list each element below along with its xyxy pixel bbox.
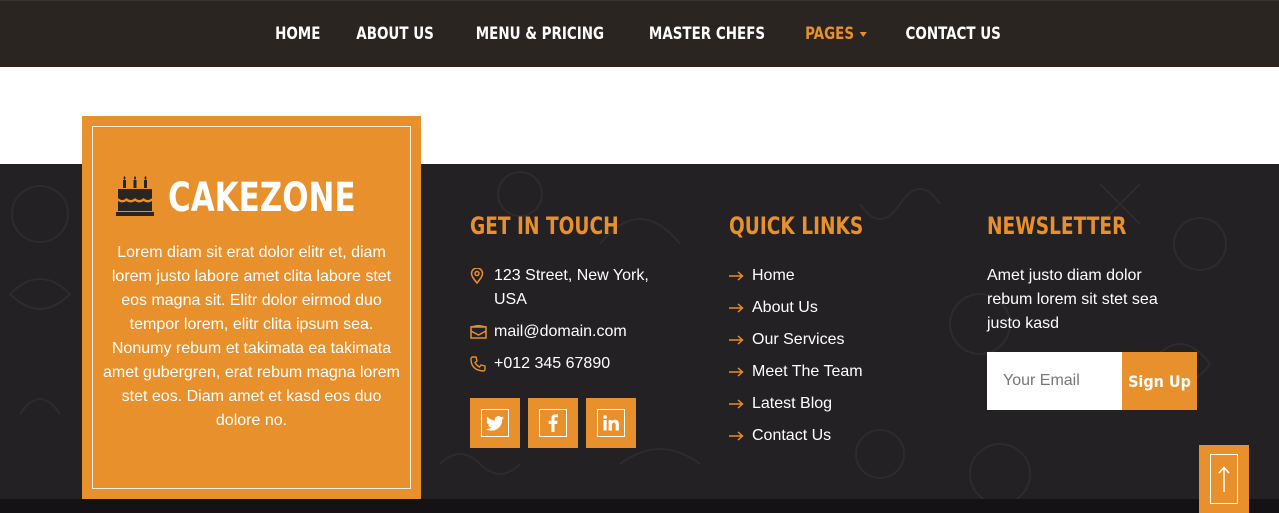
quick-link-our-services[interactable]: Our Services [729,328,885,352]
map-pin-icon [470,264,494,288]
quick-link-label: Home [752,267,795,284]
contact-title: GET IN TOUCH [470,212,619,240]
quick-links-title: QUICK LINKS [729,212,864,240]
quick-link-about-us[interactable]: About Us [729,296,885,320]
nav-item-about-us[interactable]: ABOUT US [344,24,446,44]
chevron-down-icon [859,31,867,37]
quick-link-meet-the-team[interactable]: Meet The Team [729,360,885,384]
contact-list: 123 Street, New York, USA mail@domain.co… [470,264,674,376]
quick-link-label: Contact Us [752,427,832,444]
arrow-right-icon [729,431,752,441]
footer-bottom-bar [0,499,1279,513]
quick-links-list: Home About Us Our Services Meet The Team… [729,264,885,448]
arrow-right-icon [729,367,752,377]
quick-link-label: Latest Blog [752,395,833,412]
arrow-up-icon [1210,454,1238,504]
linkedin-button[interactable] [586,398,636,448]
linkedin-icon [597,409,625,437]
phone-icon [470,352,494,376]
quick-link-label: About Us [752,299,818,316]
newsletter-form: Sign Up [987,352,1197,410]
social-links [470,398,674,448]
birthday-cake-icon [116,175,155,221]
nav-item-menu-pricing[interactable]: MENU & PRICING [464,24,617,44]
back-to-top-button[interactable] [1199,445,1249,513]
nav-item-label: MASTER CHEFS [649,24,766,44]
brand-description: Lorem diam sit erat dolor elitr et, diam… [102,244,401,429]
newsletter-title: NEWSLETTER [987,212,1127,240]
brand-logo[interactable]: CAKEZONE [116,175,386,221]
contact-column: GET IN TOUCH 123 Street, New York, USA m… [470,212,674,448]
twitter-icon [481,409,509,437]
quick-link-contact-us[interactable]: Contact Us [729,424,885,448]
nav-menu: HOME ABOUT US MENU & PRICING MASTER CHEF… [258,24,1021,44]
brand-name: CAKEZONE [168,175,357,221]
quick-link-label: Our Services [752,331,845,348]
address-text: 123 Street, New York, USA [494,267,649,308]
contact-phone[interactable]: +012 345 67890 [470,352,674,376]
contact-email[interactable]: mail@domain.com [470,320,674,344]
phone-text: +012 345 67890 [494,355,611,372]
arrow-right-icon [729,303,752,313]
nav-item-label: ABOUT US [356,24,435,44]
facebook-button[interactable] [528,398,578,448]
quick-link-home[interactable]: Home [729,264,885,288]
brand-card-inner: CAKEZONE Lorem diam sit erat dolor elitr… [92,126,411,489]
nav-item-master-chefs[interactable]: MASTER CHEFS [637,24,778,44]
brand-card: CAKEZONE Lorem diam sit erat dolor elitr… [82,116,421,499]
facebook-icon [539,409,567,437]
quick-link-label: Meet The Team [752,363,863,380]
contact-address: 123 Street, New York, USA [470,264,674,312]
email-input[interactable] [987,352,1122,410]
nav-item-pages[interactable]: PAGES [793,24,879,44]
nav-item-contact-us[interactable]: CONTACT US [893,24,1013,44]
quick-link-latest-blog[interactable]: Latest Blog [729,392,885,416]
nav-item-home[interactable]: HOME [263,24,333,44]
arrow-right-icon [729,271,752,281]
newsletter-text: Amet justo diam dolor rebum lorem sit st… [987,267,1158,332]
email-text: mail@domain.com [494,323,627,340]
nav-item-label: HOME [274,24,321,44]
newsletter-column: NEWSLETTER Amet justo diam dolor rebum l… [987,212,1197,410]
nav-item-label: PAGES [805,24,855,44]
twitter-button[interactable] [470,398,520,448]
top-navbar: HOME ABOUT US MENU & PRICING MASTER CHEF… [0,0,1279,67]
nav-item-label: CONTACT US [905,24,1001,44]
quick-links-column: QUICK LINKS Home About Us Our Services M… [729,212,885,456]
arrow-right-icon [729,399,752,409]
envelope-icon [470,320,494,344]
nav-item-label: MENU & PRICING [476,24,605,44]
sign-up-button[interactable]: Sign Up [1122,352,1197,410]
arrow-right-icon [729,335,752,345]
